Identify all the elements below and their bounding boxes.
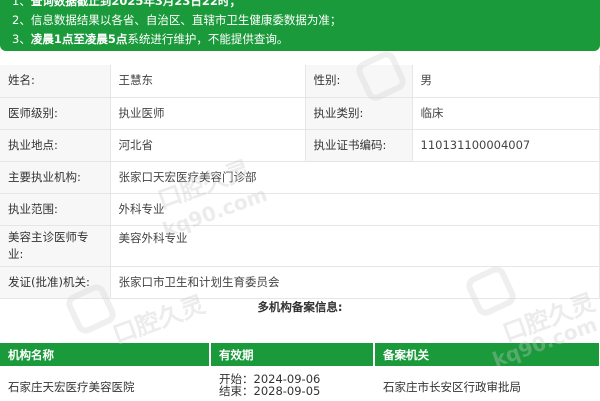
info-row: 发证(批准)机关: 张家口市卫生和计划生育委员会	[0, 266, 600, 299]
header-org-name: 机构名称	[0, 343, 211, 366]
validity-end: 结束：2028-09-05	[219, 384, 321, 398]
scope-label: 执业范围:	[0, 193, 111, 226]
level-value: 执业医师	[110, 97, 306, 130]
gender-value: 男	[412, 65, 600, 98]
org-name-cell: 石家庄天宏医疗美容医院	[0, 366, 211, 400]
issuer-value: 张家口市卫生和计划生育委员会	[110, 266, 600, 299]
location-label: 执业地点:	[0, 129, 111, 162]
info-row: 姓名: 王慧东 性别: 男	[0, 65, 600, 98]
cert-value: 110131100004007	[412, 129, 600, 162]
multi-institution-title: 多机构备案信息:	[257, 300, 343, 314]
multi-institution-table: 机构名称 有效期 备案机关 石家庄天宏医疗美容医院 开始：2024-09-06 …	[0, 343, 600, 400]
authority-cell: 石家庄市长安区行政审批局	[374, 366, 600, 400]
info-row: 执业范围: 外科专业	[0, 193, 600, 226]
info-row: 美容主诊医师专业: 美容外科专业	[0, 225, 600, 267]
validity-cell: 开始：2024-09-06 结束：2028-09-05	[210, 366, 375, 400]
notice-maintenance-time: 凌晨1点至凌晨5点	[30, 32, 128, 46]
issuer-label: 发证(批准)机关:	[0, 266, 111, 299]
header-authority: 备案机关	[374, 343, 599, 366]
notice-line-2: 2、信息数据结果以各省、自治区、直辖市卫生健康委数据为准；	[12, 13, 342, 27]
header-validity: 有效期	[210, 343, 375, 366]
name-value: 王慧东	[110, 65, 306, 98]
info-row: 医师级别: 执业医师 执业类别: 临床	[0, 97, 600, 130]
cert-label: 执业证书编码:	[305, 129, 413, 162]
category-label: 执业类别:	[305, 97, 413, 130]
notice-line-3: 3、凌晨1点至凌晨5点系统进行维护，不能提供查询。	[12, 32, 289, 46]
scope-value: 外科专业	[110, 193, 600, 226]
gender-label: 性别:	[305, 65, 413, 98]
info-row: 执业地点: 河北省 执业证书编码: 110131100004007	[0, 129, 600, 162]
cosmetic-label: 美容主诊医师专业:	[0, 225, 111, 267]
notice-date: 查询数据截止到2025年3月23日22时；	[30, 0, 241, 8]
institution-label: 主要执业机构:	[0, 161, 111, 194]
table-row: 石家庄天宏医疗美容医院 开始：2024-09-06 结束：2028-09-05 …	[0, 366, 600, 400]
info-row: 主要执业机构: 张家口天宏医疗美容门诊部	[0, 161, 600, 194]
notice-line-1: 1、查询数据截止到2025年3月23日22时；	[12, 0, 241, 9]
notice-banner: 1、查询数据截止到2025年3月23日22时； 2、信息数据结果以各省、自治区、…	[0, 0, 600, 51]
doctor-info-table: 姓名: 王慧东 性别: 男 医师级别: 执业医师 执业类别: 临床 执业地点: …	[0, 65, 600, 299]
location-value: 河北省	[110, 129, 306, 162]
validity-start: 开始：2024-09-06	[219, 372, 321, 386]
level-label: 医师级别:	[0, 97, 111, 130]
name-label: 姓名:	[0, 65, 111, 98]
table-header-row: 机构名称 有效期 备案机关	[0, 343, 599, 366]
cosmetic-value: 美容外科专业	[110, 225, 600, 267]
institution-value: 张家口天宏医疗美容门诊部	[110, 161, 600, 194]
category-value: 临床	[412, 97, 600, 130]
